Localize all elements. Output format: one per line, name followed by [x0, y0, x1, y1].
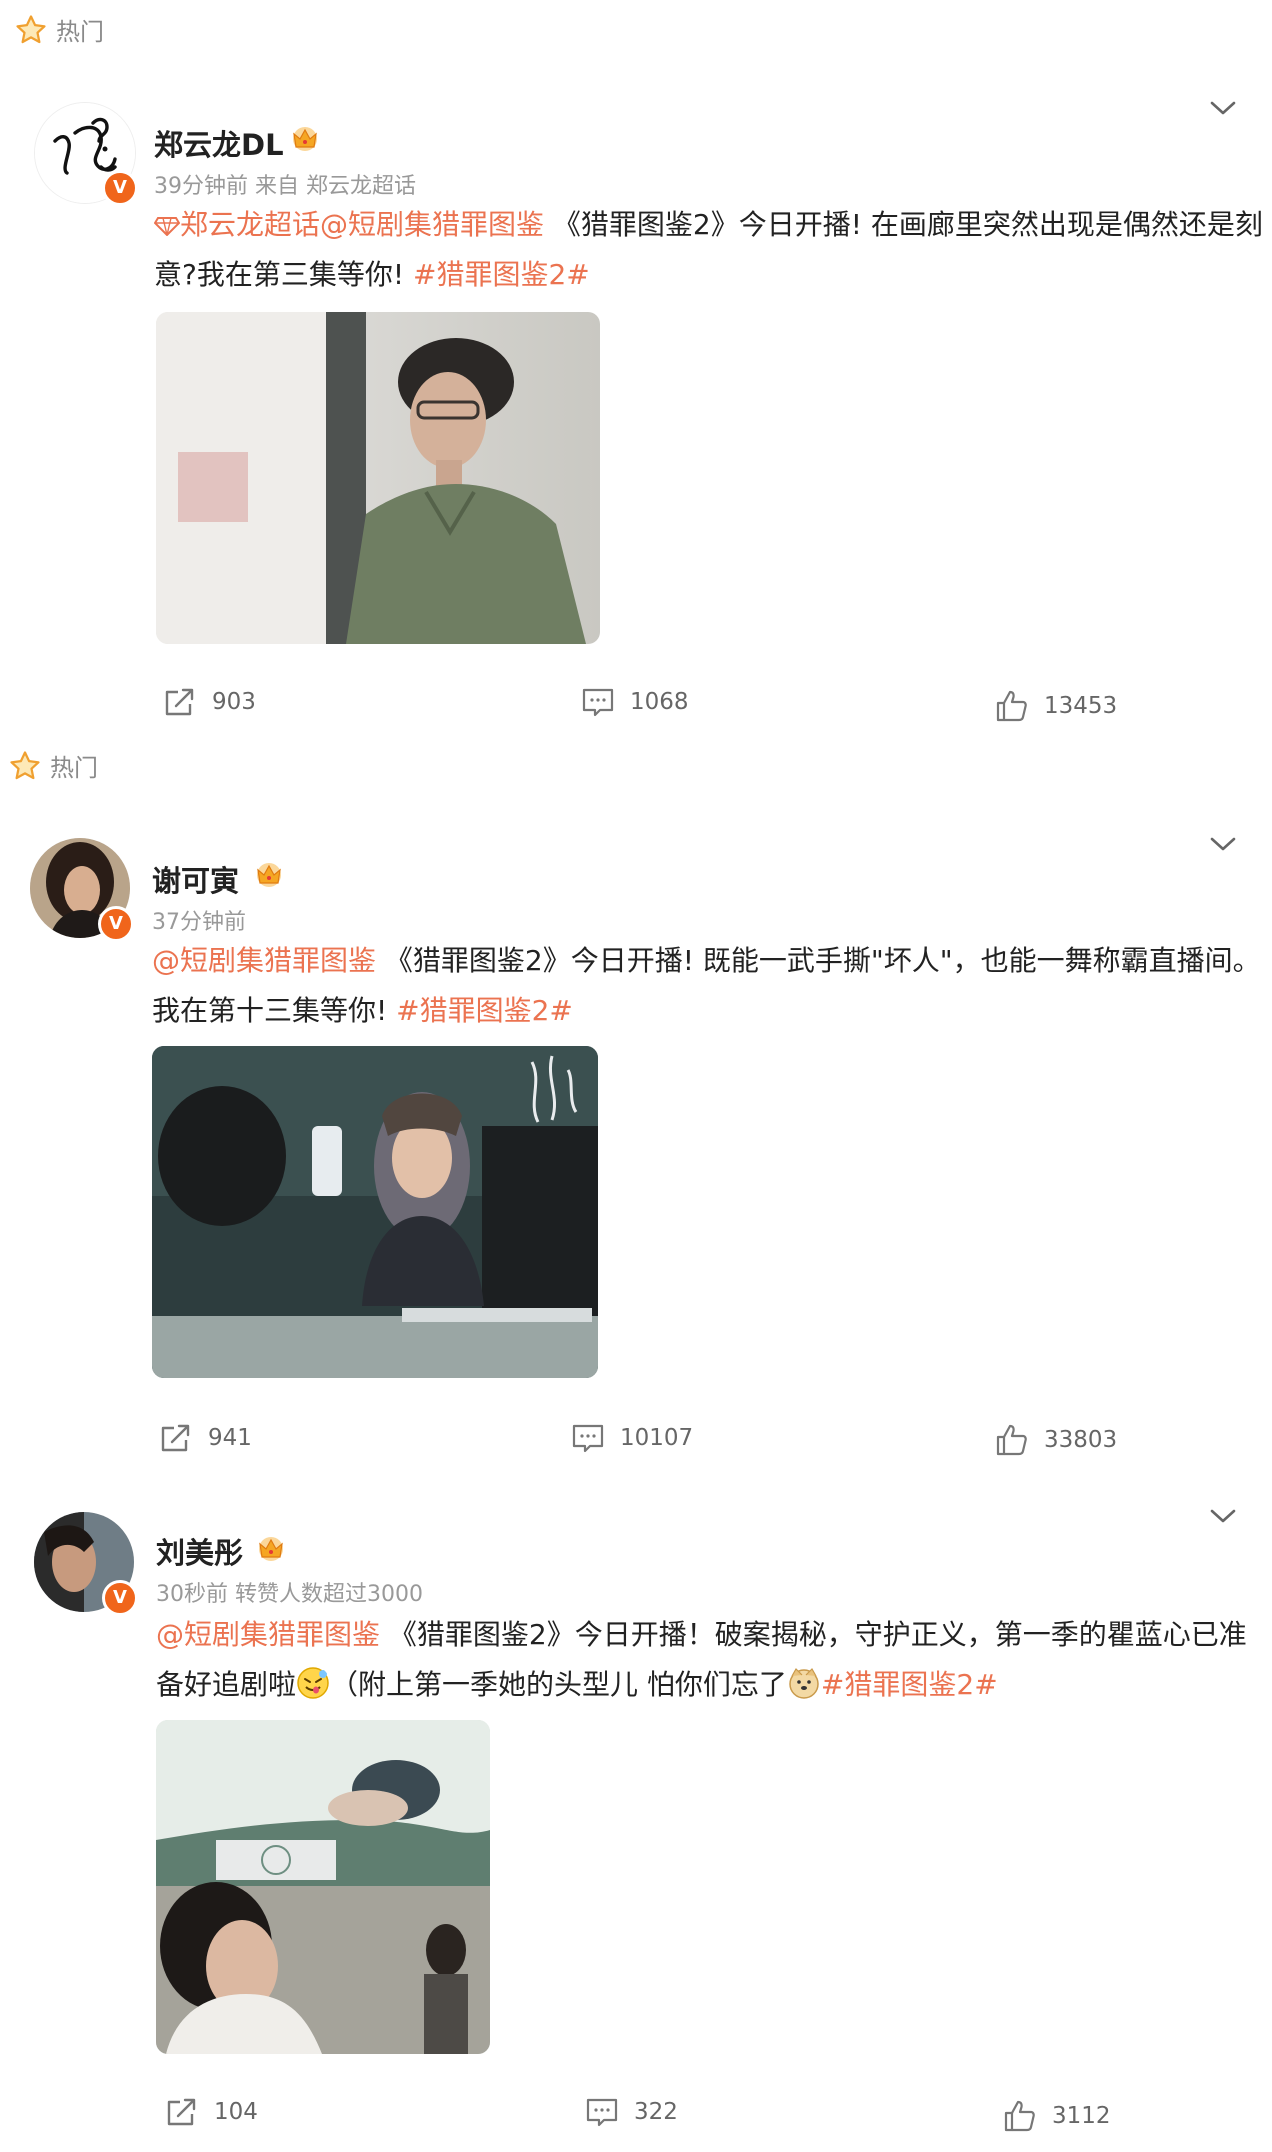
like-icon: [1002, 2098, 1038, 2134]
author-name[interactable]: 谢可寅: [152, 858, 239, 900]
like-count: 33803: [1044, 1427, 1118, 1453]
repost-icon: [164, 2094, 200, 2130]
like-button[interactable]: 3112: [1002, 2098, 1111, 2134]
author-name[interactable]: 郑云龙DL: [154, 122, 284, 164]
like-icon: [994, 1422, 1030, 1458]
comment-button[interactable]: 1068: [580, 684, 689, 720]
post-meta: 37分钟前: [152, 910, 246, 935]
comment-count: 322: [634, 2099, 678, 2125]
avatar[interactable]: V: [30, 838, 136, 944]
star-icon: [8, 749, 42, 783]
repost-button[interactable]: 104: [164, 2094, 258, 2130]
emoji-tongue-icon: [297, 1667, 329, 1699]
repost-count: 903: [212, 689, 256, 715]
photo-woman-streaming: [152, 1046, 598, 1378]
comment-icon: [570, 1420, 606, 1456]
comment-count: 1068: [630, 689, 689, 715]
post-image[interactable]: [152, 1046, 598, 1378]
post-meta: 30秒前 转赞人数超过3000: [156, 1582, 423, 1607]
post-image[interactable]: [156, 1720, 490, 2054]
crown-icon: [288, 122, 322, 152]
comment-count: 10107: [620, 1425, 694, 1451]
diamond-icon: [153, 217, 181, 237]
like-icon: [994, 688, 1030, 724]
like-button[interactable]: 13453: [994, 688, 1117, 724]
comment-icon: [584, 2094, 620, 2130]
post-text: @短剧集猎罪图鉴 《猎罪图鉴2》今日开播! 既能一武手撕"坏人"，也能一舞称霸直…: [152, 936, 1262, 1036]
mention-link[interactable]: @短剧集猎罪图鉴: [156, 1618, 380, 1651]
verified-icon: V: [102, 170, 138, 206]
repost-button[interactable]: 903: [162, 684, 256, 720]
hot-label: 热门: [8, 748, 98, 783]
verified-icon: V: [98, 906, 134, 942]
supertopic-link[interactable]: 郑云龙超话: [153, 208, 320, 241]
hot-label-text: 热门: [50, 754, 98, 782]
mention-link[interactable]: @短剧集猎罪图鉴: [320, 208, 544, 241]
verified-icon: V: [102, 1580, 138, 1616]
post-meta: 39分钟前 来自 郑云龙超话: [154, 174, 416, 199]
hashtag-link[interactable]: #猎罪图鉴2#: [413, 258, 590, 291]
repost-count: 104: [214, 2099, 258, 2125]
star-icon: [14, 13, 48, 47]
hot-label-text: 热门: [56, 18, 104, 46]
avatar[interactable]: V: [34, 1512, 140, 1618]
author-name[interactable]: 刘美彤: [156, 1530, 243, 1572]
comment-button[interactable]: 10107: [570, 1420, 693, 1456]
mention-link[interactable]: @短剧集猎罪图鉴: [152, 944, 376, 977]
repost-count: 941: [208, 1425, 252, 1451]
chevron-down-icon[interactable]: [1210, 836, 1236, 852]
post-text: @短剧集猎罪图鉴 《猎罪图鉴2》今日开播！破案揭秘，守护正义，第一季的瞿蓝心已准…: [156, 1610, 1266, 1710]
crown-icon: [252, 858, 286, 888]
post-image[interactable]: [156, 312, 600, 644]
crown-icon: [254, 1532, 288, 1562]
emoji-doge-icon: [789, 1668, 819, 1699]
repost-button[interactable]: 941: [158, 1420, 252, 1456]
like-button[interactable]: 33803: [994, 1422, 1117, 1458]
chevron-down-icon[interactable]: [1210, 1508, 1236, 1524]
hashtag-link[interactable]: #猎罪图鉴2#: [396, 994, 573, 1027]
hashtag-link[interactable]: #猎罪图鉴2#: [821, 1668, 998, 1701]
repost-icon: [158, 1420, 194, 1456]
like-count: 3112: [1052, 2103, 1111, 2129]
photo-collage: [156, 1720, 490, 2054]
chevron-down-icon[interactable]: [1210, 100, 1236, 116]
avatar[interactable]: V: [34, 102, 140, 208]
like-count: 13453: [1044, 693, 1118, 719]
hot-label: 热门: [14, 12, 104, 47]
comment-icon: [580, 684, 616, 720]
post-body-note: （附上第一季她的头型儿 怕你们忘了: [330, 1668, 787, 1701]
comment-button[interactable]: 322: [584, 2094, 678, 2130]
photo-man-glasses: [156, 312, 600, 644]
repost-icon: [162, 684, 198, 720]
post-text: 郑云龙超话@短剧集猎罪图鉴 《猎罪图鉴2》今日开播! 在画廊里突然出现是偶然还是…: [153, 200, 1264, 300]
